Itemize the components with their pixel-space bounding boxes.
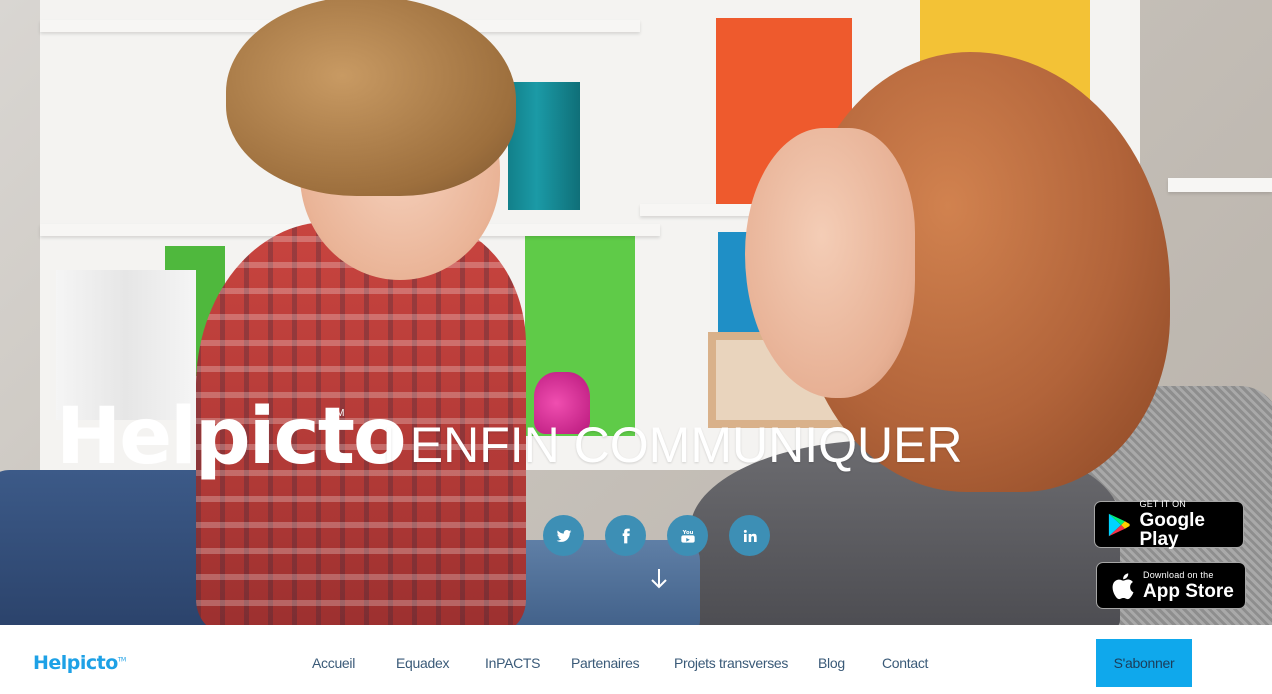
nav-links: Accueil Equadex InPACTS Partenaires Proj…: [0, 655, 1272, 675]
boy-hair: [226, 0, 516, 196]
svg-text:▶: ▶: [686, 538, 690, 543]
youtube-button[interactable]: You ▶: [667, 515, 708, 556]
hero-section: Helpicto TM I ENFIN COMMUNIQUER You ▶ GET…: [0, 0, 1272, 625]
app-store-badge[interactable]: Download on the App Store: [1096, 562, 1246, 609]
shelf-board: [1168, 178, 1272, 192]
nav-link-accueil[interactable]: Accueil: [312, 655, 355, 671]
nav-link-projets-transverses[interactable]: Projets transverses: [674, 655, 788, 671]
twitter-button[interactable]: [543, 515, 584, 556]
apple-icon: [1112, 572, 1134, 599]
google-play-badge[interactable]: GET IT ON Google Play: [1094, 499, 1244, 550]
nav-link-inpacts[interactable]: InPACTS: [485, 655, 541, 671]
app-store-top: Download on the: [1143, 569, 1214, 580]
facebook-icon: [622, 528, 630, 543]
twitter-icon: [556, 529, 571, 542]
arrow-down-icon[interactable]: [648, 566, 670, 590]
youtube-icon: You ▶: [680, 530, 695, 543]
nav-link-equadex[interactable]: Equadex: [396, 655, 449, 671]
hero-logo: Helpicto: [56, 398, 407, 476]
nav-link-blog[interactable]: Blog: [818, 655, 845, 671]
app-store-name: App Store: [1143, 580, 1234, 602]
google-play-top: GET IT ON: [1139, 499, 1186, 509]
youtube-label: You: [681, 530, 693, 536]
linkedin-icon: [743, 529, 757, 542]
google-play-name: Google Play: [1139, 510, 1205, 550]
nav-link-partenaires[interactable]: Partenaires: [571, 655, 640, 671]
social-links: You ▶: [543, 515, 770, 556]
nav-link-contact[interactable]: Contact: [882, 655, 928, 671]
hero-tagline: I ENFIN COMMUNIQUER: [382, 417, 963, 473]
hero-logo-text: Helpicto: [56, 392, 407, 482]
subscribe-button[interactable]: S'abonner: [1096, 639, 1192, 687]
hero-trademark: TM: [330, 408, 345, 419]
linkedin-button[interactable]: [729, 515, 770, 556]
facebook-button[interactable]: [605, 515, 646, 556]
google-play-icon: [1108, 513, 1130, 536]
books-teal: [508, 82, 580, 210]
